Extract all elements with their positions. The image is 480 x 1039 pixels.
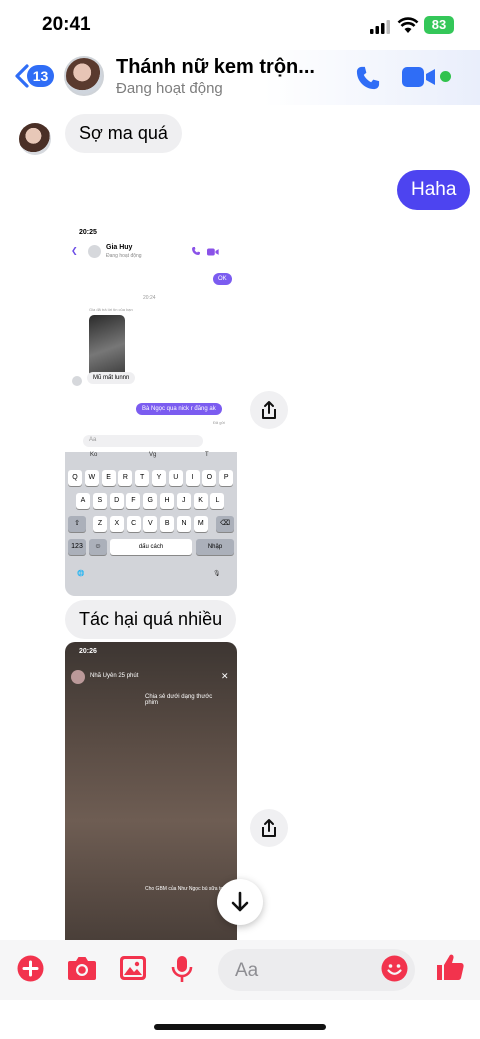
keyboard-key: E: [101, 470, 116, 486]
keyboard-key: R: [118, 470, 133, 486]
keyboard-globe-icon: 🌐: [77, 571, 85, 577]
keyboard-key: O: [202, 470, 217, 486]
home-indicator: [154, 1024, 326, 1030]
story-status-time: 20:26: [79, 648, 97, 655]
embedded-photo-thumbnail: [89, 315, 125, 377]
keyboard-key: U: [168, 470, 183, 486]
keyboard-key: Y: [152, 470, 166, 486]
phone-call-icon[interactable]: [354, 64, 382, 92]
embedded-avatar: [88, 245, 101, 258]
keyboard-suggestion: T: [205, 452, 209, 458]
embedded-phone-icon: [192, 247, 200, 255]
keyboard-key: S: [92, 493, 107, 509]
keyboard-123-key: 123: [68, 539, 86, 555]
message-incoming[interactable]: Sợ ma quá: [65, 114, 182, 153]
keyboard-mic-icon: 🎙: [213, 571, 221, 577]
share-button[interactable]: [250, 809, 288, 847]
keyboard-key: P: [219, 470, 234, 486]
keyboard-key: M: [193, 516, 208, 532]
like-thumb-icon[interactable]: [435, 952, 465, 982]
battery-indicator: 83: [424, 16, 454, 34]
keyboard-suggestion: Ko: [90, 452, 98, 458]
keyboard-key: G: [143, 493, 158, 509]
keyboard-emoji-key: ☺: [89, 539, 107, 555]
keyboard-key: H: [160, 493, 174, 509]
chat-header: 13 Thánh nữ kem trộn... Đang hoạt động: [0, 50, 480, 105]
story-caption: Chia sẻ dưới dạng thước phim: [145, 694, 213, 706]
gallery-icon[interactable]: [119, 955, 147, 981]
embedded-sent-label: Đã gửi: [213, 420, 226, 425]
embedded-date: 20:24: [143, 295, 156, 301]
keyboard-key: C: [126, 516, 141, 532]
embedded-small-avatar: [72, 376, 82, 386]
contact-name[interactable]: Thánh nữ kem trộn...: [116, 56, 316, 79]
story-close-icon: ✕: [221, 671, 229, 681]
keyboard-key: K: [193, 493, 208, 509]
message-incoming[interactable]: Tác hại quá nhiều: [65, 600, 237, 639]
status-bar: 20:41 83: [0, 0, 480, 50]
story-author: Nhã Uyên 25 phút: [90, 673, 139, 679]
keyboard-key: W: [84, 470, 99, 486]
share-button[interactable]: [250, 391, 288, 429]
keyboard-delete-key: ⌫: [216, 516, 234, 532]
embedded-contact-status: Đang hoạt động: [106, 253, 142, 259]
story-avatar: [71, 670, 85, 684]
message-input-placeholder: Aa: [235, 960, 259, 981]
sender-avatar[interactable]: [19, 123, 51, 155]
shared-story-image[interactable]: 20:26 Nhã Uyên 25 phút ✕ Chia sẻ dưới dạ…: [65, 642, 237, 940]
message-composer: Aa: [0, 940, 480, 1000]
story-bottom-text: Cho GBM của Như Ngọc bú sữa to ri: [145, 886, 228, 892]
keyboard-key: F: [126, 493, 141, 509]
embedded-outgoing-ok: OK: [213, 273, 232, 285]
message-outgoing[interactable]: Haha: [397, 170, 471, 210]
keyboard-key: I: [185, 470, 200, 486]
keyboard-key: Z: [93, 516, 107, 532]
contact-status: Đang hoạt động: [116, 80, 223, 97]
camera-icon[interactable]: [67, 955, 97, 981]
keyboard-key: L: [210, 493, 225, 509]
embedded-video-icon: [207, 248, 219, 256]
keyboard-space-key: dấu cách: [110, 539, 192, 555]
keyboard-suggestion: Vg: [149, 452, 157, 458]
plus-icon[interactable]: [17, 955, 44, 982]
keyboard-key: Q: [68, 470, 82, 486]
microphone-icon[interactable]: [171, 955, 193, 983]
embedded-keyboard: Ko Vg T Q W E R T Y U I O P A S D F G H J K L ⇧ Z X C V B N M ⌫ 123 ☺ dấu…: [65, 452, 237, 596]
embedded-incoming-message: Mũ mất lunnn: [87, 372, 136, 384]
keyboard-shift-key: ⇧: [68, 516, 86, 532]
embedded-message-input: Aa: [83, 435, 203, 447]
embedded-reply-note: Gia đã trả lời tin của bạn: [89, 307, 133, 312]
keyboard-key: V: [143, 516, 158, 532]
keyboard-return-key: Nhập: [196, 539, 234, 555]
signal-icon: [370, 20, 390, 34]
keyboard-key: T: [135, 470, 150, 486]
embedded-status-time: 20:25: [79, 229, 97, 236]
arrow-down-icon: [231, 891, 249, 912]
online-status-dot: [440, 71, 451, 82]
keyboard-key: A: [76, 493, 90, 509]
keyboard-key: J: [176, 493, 191, 509]
scroll-to-bottom-button[interactable]: [217, 879, 263, 925]
shared-screenshot-image[interactable]: 20:25 ❮ Gia Huy Đang hoạt động OK 20:24 …: [65, 224, 237, 596]
keyboard-key: B: [160, 516, 175, 532]
embedded-outgoing-message: Bà Ngọc qua nick r đăng ak: [136, 403, 222, 415]
embedded-contact-name: Gia Huy: [106, 244, 133, 251]
keyboard-key: X: [109, 516, 124, 532]
embedded-back-icon: ❮: [71, 246, 78, 255]
keyboard-key: N: [177, 516, 191, 532]
share-icon: [262, 819, 276, 837]
status-time: 20:41: [42, 14, 91, 35]
unread-count-badge[interactable]: 13: [27, 65, 54, 87]
emoji-icon[interactable]: [381, 955, 408, 982]
video-call-icon[interactable]: [402, 66, 436, 88]
contact-avatar[interactable]: [64, 56, 104, 96]
wifi-icon: [397, 17, 419, 33]
share-icon: [262, 401, 276, 419]
keyboard-key: D: [109, 493, 124, 509]
